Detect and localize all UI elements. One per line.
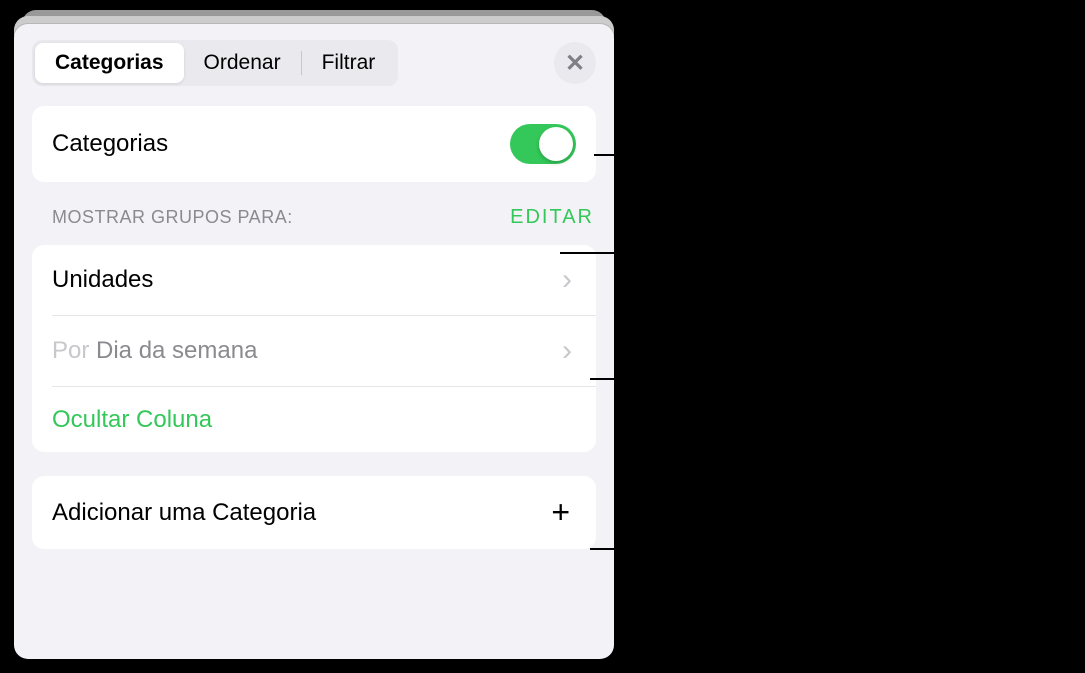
callout-line <box>560 252 648 254</box>
group-item-label: Por Dia da semana <box>52 337 562 365</box>
callout-edit: Para apagar ou reorganizar uma categoria… <box>652 234 1082 299</box>
tab-ordenar[interactable]: Ordenar <box>184 43 301 83</box>
callout-line <box>594 154 648 156</box>
callout-por: Toque em "Por" para alterar como os dado… <box>652 360 1072 457</box>
group-item-label: Unidades <box>52 266 562 294</box>
segmented-control: Categorias Ordenar Filtrar <box>32 40 398 86</box>
tab-categorias[interactable]: Categorias <box>35 43 184 83</box>
callout-toggle: Ative ou desative categorias. <box>652 138 959 170</box>
panel-header: Categorias Ordenar Filtrar ✕ <box>14 24 614 98</box>
group-item-dia-semana[interactable]: Por Dia da semana › <box>52 315 596 386</box>
plus-icon: + <box>551 494 570 531</box>
categories-toggle[interactable] <box>510 124 576 164</box>
groups-section: Unidades › Por Dia da semana › Ocultar C… <box>32 245 596 452</box>
callout-line <box>590 378 648 380</box>
add-category-button[interactable]: Adicionar uma Categoria + <box>32 476 596 549</box>
group-prefix: Por <box>52 337 96 364</box>
toggle-knob <box>539 127 573 161</box>
group-item-unidades[interactable]: Unidades › <box>32 245 596 315</box>
callout-add: Para adicionar uma categoria ou subcateg… <box>652 530 1082 660</box>
chevron-right-icon: › <box>562 263 572 297</box>
add-category-section: Adicionar uma Categoria + <box>32 476 596 549</box>
callout-line <box>590 548 648 550</box>
hide-column-row[interactable]: Ocultar Coluna <box>52 386 596 452</box>
add-category-label: Adicionar uma Categoria <box>52 499 551 527</box>
groups-section-header: MOSTRAR GRUPOS PARA: EDITAR <box>14 206 614 237</box>
close-button[interactable]: ✕ <box>554 42 596 84</box>
tab-filtrar[interactable]: Filtrar <box>302 43 396 83</box>
toggle-section: Categorias <box>32 106 596 182</box>
hide-column-label: Ocultar Coluna <box>52 406 212 434</box>
close-icon: ✕ <box>565 49 585 78</box>
toggle-label: Categorias <box>52 130 510 158</box>
categories-toggle-row: Categorias <box>32 106 596 182</box>
edit-button[interactable]: EDITAR <box>510 206 594 229</box>
chevron-right-icon: › <box>562 334 572 368</box>
group-main-text: Dia da semana <box>96 337 257 364</box>
categories-panel: Categorias Ordenar Filtrar ✕ Categorias … <box>14 24 614 659</box>
groups-header-label: MOSTRAR GRUPOS PARA: <box>52 207 293 228</box>
